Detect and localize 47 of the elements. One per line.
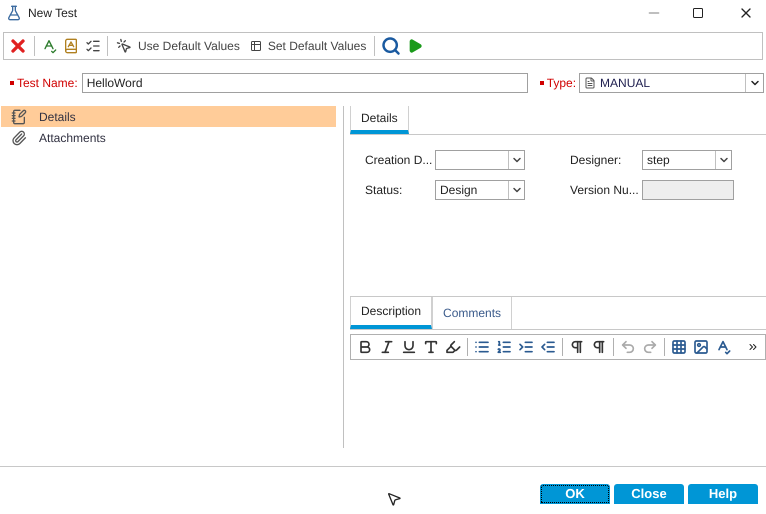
tab[interactable]: Description [350, 297, 432, 329]
tab[interactable]: Comments [432, 297, 512, 329]
toolbar-button[interactable]: Use Default Values [114, 37, 242, 55]
indent-icon[interactable] [518, 339, 534, 355]
dropdown-value: step [646, 152, 671, 169]
more-icon[interactable] [747, 341, 759, 353]
document-icon [584, 77, 596, 89]
bullet-list-icon[interactable] [474, 339, 490, 355]
pointer-click-icon [116, 38, 132, 54]
field-label: Creation D... [365, 152, 434, 169]
field-label: Version Nu... [570, 182, 640, 199]
test-name-field[interactable]: HelloWord [82, 73, 528, 93]
book-icon[interactable] [63, 38, 79, 54]
table-icon [250, 40, 262, 52]
font-color-icon[interactable] [423, 339, 439, 355]
dropdown[interactable]: Design [435, 180, 525, 200]
pilcrow-icon[interactable] [591, 339, 607, 355]
bold-icon[interactable] [357, 339, 373, 355]
sidebar-item[interactable]: Attachments [1, 127, 336, 148]
outdent-icon[interactable] [540, 339, 556, 355]
tab[interactable]: Details [350, 106, 409, 134]
image-icon[interactable] [693, 339, 709, 355]
italic-icon[interactable] [379, 339, 395, 355]
table-icon[interactable] [671, 339, 687, 355]
paperclip-icon [11, 130, 27, 146]
underline-icon[interactable] [401, 339, 417, 355]
toolbar-button[interactable]: Set Default Values [248, 37, 368, 55]
dropdown[interactable]: step [642, 150, 732, 170]
field-label: Designer: [570, 152, 622, 169]
field-label: Type: [546, 75, 576, 92]
flask-icon [6, 5, 22, 21]
play-icon[interactable] [407, 38, 424, 54]
spell-check-icon[interactable] [715, 339, 731, 355]
mouse-cursor-icon [386, 491, 402, 507]
search-icon[interactable] [381, 36, 402, 56]
field-label: Test Name: [17, 75, 78, 92]
maximize-icon[interactable] [692, 7, 704, 19]
highlight-icon[interactable] [445, 339, 461, 355]
sidebar-item[interactable]: Details [1, 106, 336, 127]
field-label: Status: [365, 182, 404, 199]
dropdown-value: MANUAL [600, 75, 652, 92]
dropdown-value: Design [439, 182, 478, 199]
numbered-list-icon[interactable] [496, 339, 512, 355]
type-dropdown[interactable]: MANUAL [579, 73, 764, 93]
window-title: New Test [28, 5, 78, 22]
form-edit-icon [11, 108, 27, 124]
pilcrow-icon[interactable] [569, 339, 585, 355]
